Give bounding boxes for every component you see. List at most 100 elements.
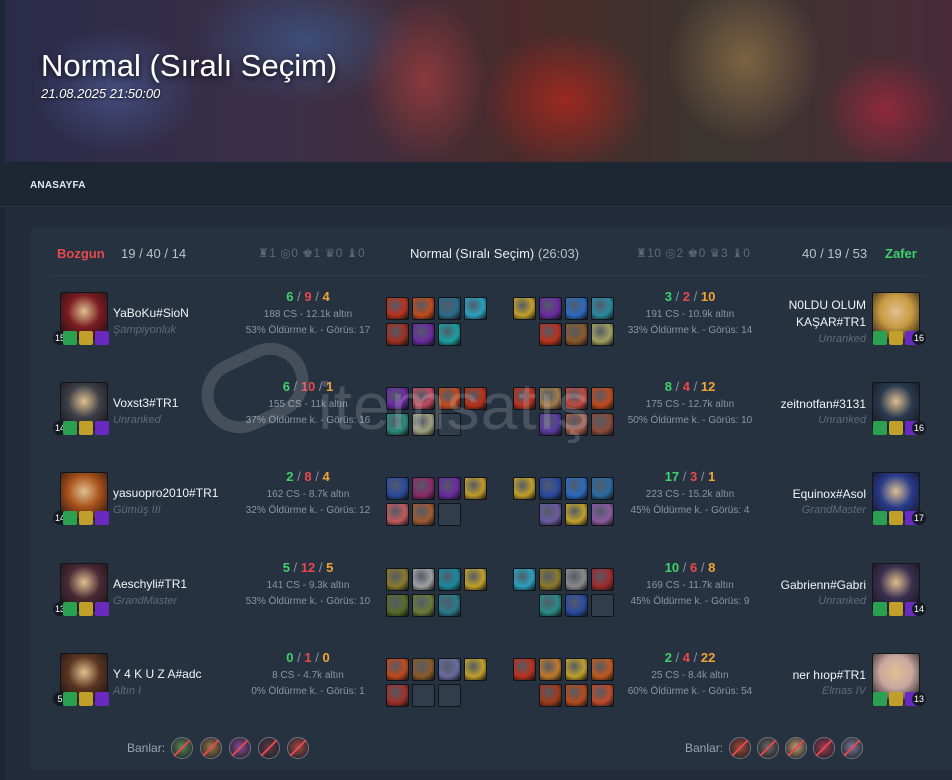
kda-separator: / (315, 560, 327, 575)
left-player-item-icon (438, 297, 461, 320)
right-player-kills: 17 (664, 469, 680, 484)
right-player-item-icon (565, 477, 588, 500)
left-player-kda: 2 / 8 / 4 (248, 469, 368, 484)
kda-separator: / (671, 379, 683, 394)
right-player-assists: 12 (700, 379, 716, 394)
right-ban-champion-icon (757, 737, 779, 759)
left-player-name[interactable]: Voxst3#TR1 (113, 396, 178, 410)
left-player-cs-gold: 162 CS - 8.7k altın (266, 489, 350, 500)
right-player-name[interactable]: Equinox#Asol (766, 486, 866, 503)
left-player-deaths: 8 (304, 469, 312, 484)
kda-separator: / (697, 469, 709, 484)
left-player-cs-gold: 8 CS - 4.7k altın (272, 670, 344, 681)
right-player-summoner-spell-icon (873, 511, 887, 525)
left-player-item-icon (386, 477, 409, 500)
left-player-item-icon (386, 503, 409, 526)
right-player-item-icon (565, 323, 588, 346)
right-player-item-icon (565, 297, 588, 320)
left-team-result: Bozgun (57, 246, 105, 261)
ban-slash-icon (787, 739, 805, 757)
right-player-kda: 17 / 3 / 1 (630, 469, 750, 484)
left-player-item-icon (386, 568, 409, 591)
nav-home-link[interactable]: ANASAYFA (30, 180, 86, 191)
right-player-item-icon (591, 658, 614, 681)
right-player-rank: Elmas IV (821, 685, 866, 697)
right-player-empty-item-slot (591, 594, 614, 617)
left-player-summoner-spell-icon (63, 331, 77, 345)
banner-title: Normal (Sıralı Seçim) (41, 48, 338, 83)
right-player-assists: 22 (700, 650, 716, 665)
right-player-assists: 1 (708, 469, 716, 484)
ban-slash-icon (231, 739, 249, 757)
kda-separator: / (289, 560, 301, 575)
left-player-summoner-spell-icon (63, 421, 77, 435)
left-player-assists: 4 (322, 469, 330, 484)
right-player-killshare-vision: 45% Öldürme k. - Görüs: 4 (630, 505, 750, 516)
left-ban-champion-icon (200, 737, 222, 759)
left-player-summoner-spell-icon (95, 511, 109, 525)
right-player-item-icon (539, 323, 562, 346)
left-ban-champion-icon (229, 737, 251, 759)
right-player-item-icon (539, 477, 562, 500)
right-player-level: 17 (912, 511, 926, 525)
left-player-item-icon (386, 658, 409, 681)
left-player-item-icon (438, 658, 461, 681)
right-player-item-icon (539, 297, 562, 320)
left-player-item-icon (438, 477, 461, 500)
right-player-kda: 2 / 4 / 22 (630, 650, 750, 665)
left-player-item-icon (438, 568, 461, 591)
left-player-name[interactable]: Aeschyli#TR1 (113, 577, 187, 591)
left-player-item-icon (412, 658, 435, 681)
ban-slash-icon (759, 739, 777, 757)
right-player-name[interactable]: Gabrienn#Gabri (766, 577, 866, 594)
kda-separator: / (293, 289, 305, 304)
right-player-item-icon (565, 568, 588, 591)
left-player-summoner-spell-icon (63, 602, 77, 616)
left-ban-champion-icon (171, 737, 193, 759)
match-banner: Normal (Sıralı Seçim) 21.08.2025 21:50:0… (5, 0, 952, 162)
right-player-item-icon (565, 658, 588, 681)
left-player-name[interactable]: Y 4 K U Z A#adc (113, 667, 202, 681)
right-ban-champion-icon (729, 737, 751, 759)
right-player-summoner-spell-icon (873, 692, 887, 706)
left-player-name[interactable]: YaBoKu#SioN (113, 306, 189, 320)
left-player-item-icon (412, 503, 435, 526)
right-player-item-icon (591, 684, 614, 707)
left-ban-champion-icon (258, 737, 280, 759)
kda-separator: / (679, 560, 690, 575)
right-player-cs-gold: 25 CS - 8.4k altın (651, 670, 729, 681)
left-player-killshare-vision: 32% Öldürme k. - Görüs: 12 (245, 505, 371, 516)
right-player-kills: 2 (664, 650, 672, 665)
right-player-assists: 8 (708, 560, 716, 575)
kda-separator: / (311, 289, 323, 304)
kda-separator: / (690, 650, 701, 665)
right-player-kills: 10 (664, 560, 680, 575)
left-player-kda: 6 / 9 / 4 (248, 289, 368, 304)
left-player-rank: Altın I (113, 685, 142, 697)
right-player-cs-gold: 175 CS - 12.7k altın (645, 399, 735, 410)
left-player-empty-item-slot (438, 684, 461, 707)
right-player-deaths: 4 (682, 379, 690, 394)
right-player-name[interactable]: ner hıop#TR1 (766, 667, 866, 684)
right-player-level: 16 (912, 331, 926, 345)
left-player-cs-gold: 141 CS - 9.3k altın (266, 580, 350, 591)
left-player-killshare-vision: 53% Öldürme k. - Görüs: 17 (245, 325, 371, 336)
left-player-name[interactable]: yasuopro2010#TR1 (113, 486, 218, 500)
right-player-level: 16 (912, 421, 926, 435)
left-player-item-icon (412, 477, 435, 500)
right-player-assists: 10 (700, 289, 716, 304)
navbar: ANASAYFA (0, 162, 952, 207)
right-player-item-icon (513, 568, 536, 591)
left-player-summoner-spell-icon (79, 692, 93, 706)
right-player-cs-gold: 223 CS - 15.2k altın (645, 489, 735, 500)
right-player-name[interactable]: zeitnotfan#3131 (766, 396, 866, 413)
right-player-summoner-spell-icon (889, 602, 903, 616)
match-queue: Normal (Sıralı Seçim) (410, 246, 535, 261)
left-player-kills: 6 (286, 289, 294, 304)
right-player-name[interactable]: N0LDU OLUM KAŞAR#TR1 (766, 297, 866, 331)
right-player-deaths: 2 (682, 289, 690, 304)
left-player-rank: Unranked (113, 414, 161, 426)
ban-slash-icon (173, 739, 191, 757)
left-player-assists: 0 (322, 650, 330, 665)
left-player-item-icon (464, 297, 487, 320)
